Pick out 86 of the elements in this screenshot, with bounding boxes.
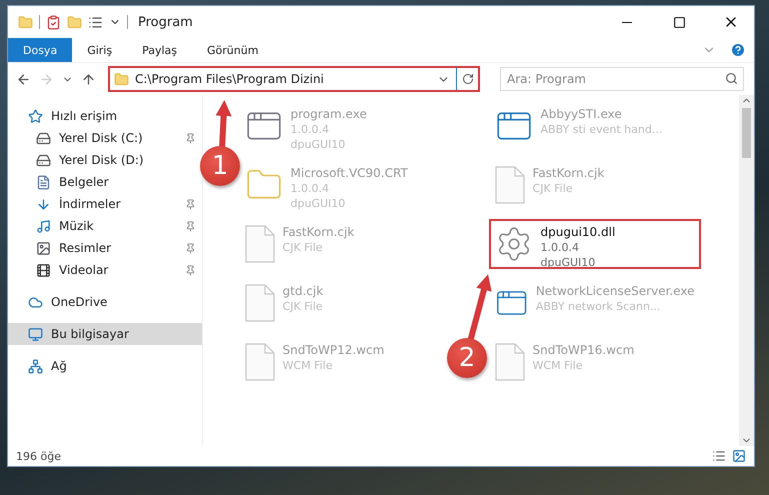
file-detail: ABBY sti event hand...	[540, 122, 662, 137]
details-view-icon[interactable]	[712, 449, 726, 463]
sidebar-item[interactable]: Yerel Disk (D:)	[8, 149, 202, 171]
file-icon	[494, 166, 525, 204]
view-icon[interactable]	[88, 14, 103, 30]
pin-icon[interactable]	[184, 242, 196, 254]
file-name: AbbyySTI.exe	[540, 107, 623, 122]
file-detail: CJK File	[282, 299, 324, 314]
file-icon	[494, 343, 525, 381]
sidebar-label: Müzik	[59, 219, 95, 233]
scrollbar[interactable]	[738, 95, 754, 446]
ribbon-tab[interactable]: Görünüm	[192, 38, 274, 62]
sidebar-label: Belgeler	[59, 175, 110, 189]
sidebar-label: Hızlı erişim	[51, 109, 118, 123]
file-name: FastKorn.cjk	[532, 166, 604, 181]
highlighted-file-tile[interactable]: dpugui10.dll 1.0.0.4 dpuGUI10	[488, 219, 701, 269]
sidebar-label: Bu bilgisayar	[51, 327, 130, 341]
file-detail: dpuGUI10	[540, 255, 596, 270]
large-icons-view-icon[interactable]	[732, 449, 746, 463]
file-name: program.exe	[290, 107, 367, 122]
sidebar-item[interactable]: Belgeler	[8, 171, 202, 193]
sidebar-item[interactable]: İndirmeler	[8, 193, 202, 215]
search-field[interactable]: Ara: Program	[500, 67, 744, 91]
sidebar-label: Ağ	[51, 359, 68, 373]
refresh-icon	[462, 73, 474, 85]
sidebar-item[interactable]: OneDrive	[8, 291, 202, 313]
file-name: NetworkLicenseServer.exe	[536, 284, 695, 299]
properties-icon[interactable]	[46, 14, 61, 30]
network-icon	[28, 358, 43, 374]
sidebar-item[interactable]: Videolar	[8, 259, 202, 281]
star-icon	[28, 108, 43, 124]
document-icon	[36, 174, 51, 190]
file-detail: dpuGUI10	[290, 196, 346, 211]
sidebar-item[interactable]: Resimler	[8, 237, 202, 259]
film-icon	[36, 262, 51, 278]
file-name: dpugui10.dll	[540, 225, 616, 240]
address-bar[interactable]: C:\Program Files\Program Dizini	[108, 66, 480, 92]
file-name: gtd.cjk	[282, 284, 324, 299]
search-icon	[725, 72, 738, 85]
window-title: Program	[138, 14, 194, 30]
forward-arrow-icon	[39, 72, 54, 86]
file-detail: 1.0.0.4	[290, 122, 330, 137]
help-icon[interactable]	[730, 42, 746, 58]
download-icon	[36, 196, 51, 212]
pin-icon[interactable]	[184, 132, 196, 144]
file-detail: 1.0.0.4	[540, 240, 580, 255]
sidebar-label: Yerel Disk (C:)	[59, 131, 144, 145]
pin-icon[interactable]	[184, 220, 196, 232]
sidebar-label: Resimler	[59, 241, 112, 255]
pin-icon[interactable]	[184, 198, 196, 210]
sidebar-item[interactable]: Yerel Disk (C:)	[8, 127, 202, 149]
file-detail: ABBY network Scann...	[536, 299, 662, 314]
sidebar-label: İndirmeler	[59, 197, 122, 211]
folder-icon	[114, 72, 129, 86]
ribbon-tab[interactable]: Paylaş	[127, 38, 192, 62]
file-name: FastKorn.cjk	[282, 225, 354, 240]
sidebar-label: Videolar	[59, 263, 110, 277]
sidebar-item-selected[interactable]: Bu bilgisayar	[8, 323, 202, 345]
file-name: SndToWP16.wcm	[532, 343, 634, 358]
file-detail: WCM File	[532, 358, 584, 373]
sidebar-item[interactable]: Müzik	[8, 215, 202, 237]
item-count: 196 öğe	[16, 450, 61, 462]
file-name: SndToWP12.wcm	[282, 343, 384, 358]
file-detail: 1.0.0.4	[290, 181, 330, 196]
cloud-icon	[28, 294, 43, 310]
scrollbar-thumb[interactable]	[742, 108, 751, 158]
file-detail: CJK File	[282, 240, 324, 255]
file-detail: CJK File	[532, 181, 574, 196]
file-detail: dpuGUI10	[290, 137, 346, 152]
file-icon	[244, 284, 275, 322]
maximize-icon	[672, 16, 686, 28]
file-icon	[244, 225, 275, 263]
file-detail: WCM File	[282, 358, 334, 373]
music-note-icon	[36, 218, 51, 234]
address-path: C:\Program Files\Program Dizini	[135, 72, 325, 86]
sidebar-label: Yerel Disk (D:)	[59, 153, 145, 167]
pin-icon[interactable]	[184, 264, 196, 276]
sidebar-item[interactable]: Hızlı erişim	[8, 105, 202, 127]
file-icon	[244, 343, 275, 381]
ribbon-tab[interactable]: Dosya	[8, 38, 72, 62]
sidebar-item[interactable]: Ağ	[8, 355, 202, 377]
picture-icon	[36, 240, 51, 256]
sidebar-label: OneDrive	[51, 295, 108, 309]
file-name: Microsoft.VC90.CRT	[290, 166, 408, 181]
ribbon-tab[interactable]: Giriş	[72, 38, 128, 62]
monitor-icon	[28, 326, 43, 342]
